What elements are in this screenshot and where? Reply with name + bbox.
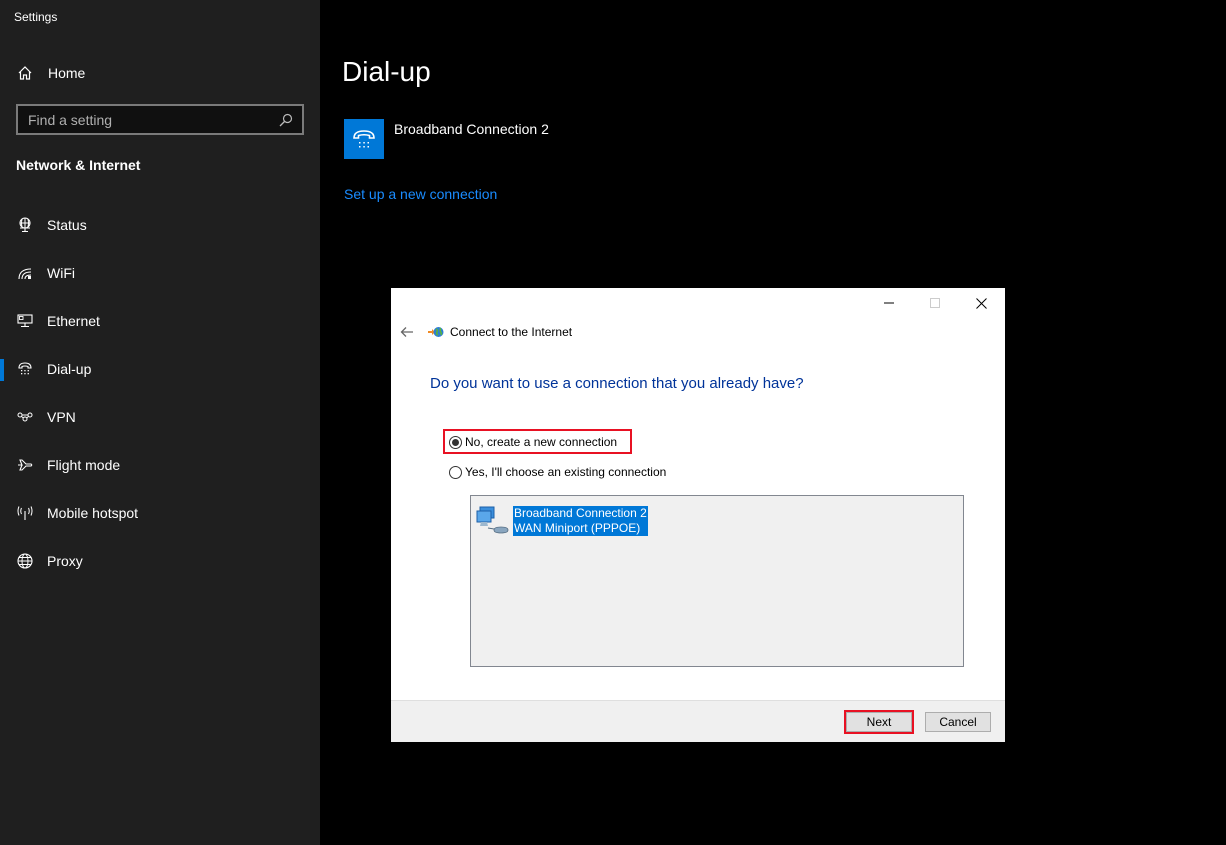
sidebar-item-wifi[interactable]: WiFi bbox=[0, 253, 320, 293]
sidebar-item-label: Ethernet bbox=[47, 313, 100, 329]
back-button[interactable] bbox=[399, 324, 415, 340]
close-button[interactable] bbox=[958, 288, 1004, 318]
next-button[interactable]: Next bbox=[846, 712, 912, 732]
connection-name: Broadband Connection 2 bbox=[514, 506, 647, 520]
cancel-button[interactable]: Cancel bbox=[925, 712, 991, 732]
search-input[interactable] bbox=[28, 111, 278, 128]
home-label: Home bbox=[48, 65, 86, 81]
sidebar-item-label: Flight mode bbox=[47, 457, 121, 473]
radio-create-new-connection[interactable]: No, create a new connection bbox=[449, 435, 617, 449]
dialog-question: Do you want to use a connection that you… bbox=[430, 375, 804, 392]
radio-button[interactable] bbox=[449, 435, 462, 449]
radio-choose-existing-connection[interactable]: Yes, I'll choose an existing connection bbox=[449, 465, 666, 479]
ethernet-icon bbox=[16, 312, 34, 330]
connection-list[interactable]: Broadband Connection 2 WAN Miniport (PPP… bbox=[470, 495, 964, 667]
sidebar-item-flight-mode[interactable]: Flight mode bbox=[0, 445, 320, 485]
sidebar-item-label: Mobile hotspot bbox=[47, 505, 139, 521]
hotspot-icon bbox=[16, 504, 34, 522]
search-box[interactable] bbox=[16, 104, 304, 135]
network-computer-icon bbox=[476, 506, 510, 538]
maximize-icon bbox=[930, 298, 940, 308]
active-indicator bbox=[0, 359, 4, 381]
dialup-phone-icon bbox=[16, 360, 34, 378]
dialog-footer: Next Cancel bbox=[391, 700, 1005, 742]
sidebar-item-label: WiFi bbox=[47, 265, 75, 281]
radio-button[interactable] bbox=[449, 465, 462, 479]
connect-dialog: Connect to the Internet Do you want to u… bbox=[391, 288, 1005, 742]
list-item[interactable]: Broadband Connection 2 WAN Miniport (PPP… bbox=[476, 506, 648, 538]
sidebar-item-label: Proxy bbox=[47, 553, 83, 569]
sidebar: Settings Home Network & Internet Status bbox=[0, 0, 320, 845]
connection-name: Broadband Connection 2 bbox=[394, 121, 549, 137]
home-button[interactable]: Home bbox=[16, 62, 85, 84]
minimize-button[interactable] bbox=[866, 288, 912, 318]
sidebar-item-vpn[interactable]: VPN bbox=[0, 397, 320, 437]
app-title: Settings bbox=[14, 10, 58, 24]
radio-label: No, create a new connection bbox=[465, 435, 618, 449]
search-icon[interactable] bbox=[278, 112, 294, 128]
dialup-connection-item[interactable]: Broadband Connection 2 bbox=[344, 119, 549, 159]
section-title: Network & Internet bbox=[16, 157, 141, 173]
list-item-text: Broadband Connection 2 WAN Miniport (PPP… bbox=[513, 506, 648, 536]
maximize-button[interactable] bbox=[912, 288, 958, 318]
vpn-icon bbox=[16, 408, 34, 426]
minimize-icon bbox=[884, 302, 894, 304]
back-arrow-icon bbox=[400, 327, 413, 337]
sidebar-item-mobile-hotspot[interactable]: Mobile hotspot bbox=[0, 493, 320, 533]
home-icon bbox=[16, 64, 34, 82]
setup-new-connection-link[interactable]: Set up a new connection bbox=[344, 186, 497, 202]
sidebar-item-label: Dial-up bbox=[47, 361, 92, 377]
dialog-title: Connect to the Internet bbox=[450, 325, 573, 339]
connect-internet-icon bbox=[428, 324, 444, 340]
wifi-icon bbox=[16, 264, 34, 282]
sidebar-item-label: VPN bbox=[47, 409, 76, 425]
sidebar-item-proxy[interactable]: Proxy bbox=[0, 541, 320, 581]
sidebar-item-label: Status bbox=[47, 217, 87, 233]
radio-dot bbox=[452, 438, 459, 446]
dialup-phone-icon bbox=[344, 119, 384, 159]
sidebar-item-ethernet[interactable]: Ethernet bbox=[0, 301, 320, 341]
radio-label: Yes, I'll choose an existing connection bbox=[465, 465, 667, 479]
device-name: WAN Miniport (PPPOE) bbox=[514, 521, 641, 535]
airplane-icon bbox=[16, 456, 34, 474]
status-globe-icon bbox=[16, 216, 34, 234]
globe-icon bbox=[16, 552, 34, 570]
screen: Settings Home Network & Internet Status bbox=[0, 0, 1226, 845]
close-icon bbox=[975, 297, 987, 309]
page-title: Dial-up bbox=[342, 56, 431, 87]
dialog-header: Connect to the Internet bbox=[399, 324, 572, 340]
sidebar-item-status[interactable]: Status bbox=[0, 205, 320, 245]
sidebar-item-dial-up[interactable]: Dial-up bbox=[0, 349, 320, 389]
